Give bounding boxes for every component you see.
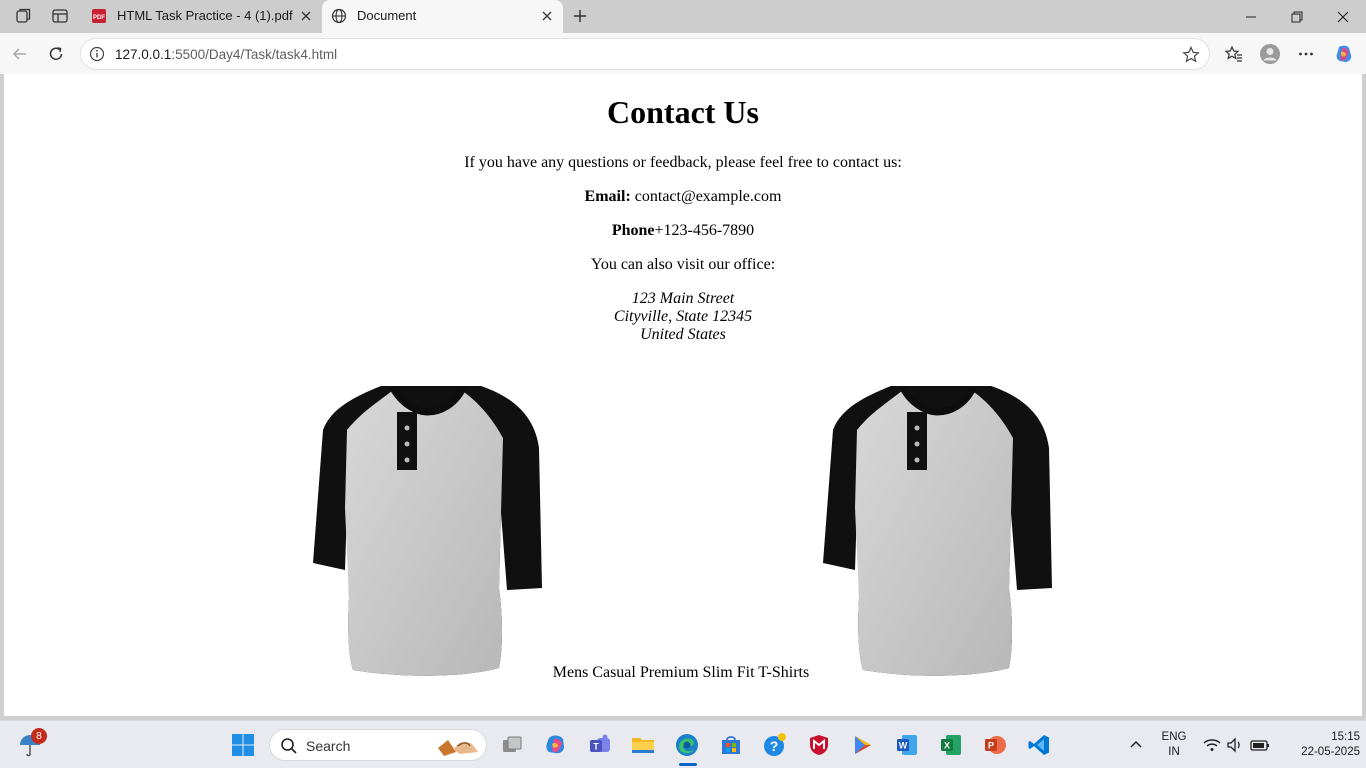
more-options-icon[interactable] xyxy=(1292,40,1320,68)
teams-icon[interactable]: T xyxy=(584,729,616,761)
new-tab-icon[interactable] xyxy=(568,5,592,27)
search-icon xyxy=(280,737,298,755)
battery-icon[interactable] xyxy=(1244,729,1276,761)
email-line: Email: contact@example.com xyxy=(4,188,1362,206)
refresh-icon[interactable] xyxy=(42,40,70,68)
chevron-up-icon[interactable] xyxy=(1120,729,1152,761)
store-icon[interactable] xyxy=(715,729,747,761)
close-window-icon[interactable] xyxy=(1320,0,1366,33)
vscode-icon[interactable] xyxy=(1023,729,1055,761)
page-title: Contact Us xyxy=(607,94,759,130)
tab-title: Document xyxy=(357,8,417,23)
language-region: IN xyxy=(1168,746,1180,758)
info-icon[interactable] xyxy=(89,46,105,62)
address-line: United States xyxy=(640,326,726,343)
url-host: 127.0.0.1 xyxy=(115,47,172,62)
tshirt-image xyxy=(313,386,542,676)
intro-text: If you have any questions or feedback, p… xyxy=(464,154,902,171)
language-indicator[interactable]: ENG IN xyxy=(1155,730,1193,760)
taskbar: 8 Search T ? W X P ENG IN 15:15 22-05-20… xyxy=(0,720,1366,768)
phone-label: Phone xyxy=(611,222,655,239)
svg-text:W: W xyxy=(899,741,908,751)
tab-strip: PDF HTML Task Practice - 4 (1).pdf Docum… xyxy=(0,0,1366,33)
address-line: 123 Main Street xyxy=(631,290,735,307)
language-code: ENG xyxy=(1161,731,1187,743)
clock[interactable]: 15:15 22-05-2025 xyxy=(1276,730,1360,760)
favorite-star-icon[interactable] xyxy=(1181,45,1201,65)
page-viewport: Contact Us If you have any questions or … xyxy=(4,74,1362,716)
url-path: :5500/Day4/Task/task4.html xyxy=(171,47,338,62)
close-tab-icon[interactable] xyxy=(540,9,554,23)
active-app-indicator xyxy=(679,763,697,766)
edge-icon[interactable] xyxy=(671,729,703,761)
svg-text:PDF: PDF xyxy=(93,15,105,21)
search-highlight-icon xyxy=(434,734,482,758)
email-label: Email: xyxy=(584,188,631,205)
vertical-tabs-icon[interactable] xyxy=(46,4,74,28)
phone-line: Phone+123-456-7890 xyxy=(4,222,1362,240)
powerpoint-icon[interactable]: P xyxy=(979,729,1011,761)
clock-time: 15:15 xyxy=(1331,731,1360,743)
play-icon[interactable] xyxy=(847,729,879,761)
url-text: 127.0.0.1:5500/Day4/Task/task4.html xyxy=(115,47,337,62)
profile-avatar-icon[interactable] xyxy=(1256,40,1284,68)
office-address: 123 Main Street Cityville, State 12345 U… xyxy=(4,290,1362,344)
taskbar-search[interactable]: Search xyxy=(269,729,487,761)
address-line: Cityville, State 12345 xyxy=(613,308,753,325)
back-arrow-icon[interactable] xyxy=(6,40,34,68)
clock-date: 22-05-2025 xyxy=(1301,746,1360,758)
favorites-icon[interactable] xyxy=(1220,40,1248,68)
task-view-icon[interactable] xyxy=(496,729,528,761)
word-icon[interactable]: W xyxy=(891,729,923,761)
email-value: contact@example.com xyxy=(634,188,782,205)
tab-pdf[interactable]: PDF HTML Task Practice - 4 (1).pdf xyxy=(82,0,322,33)
svg-text:P: P xyxy=(988,741,994,751)
tab-document[interactable]: Document xyxy=(322,0,563,33)
excel-icon[interactable]: X xyxy=(935,729,967,761)
file-explorer-icon[interactable] xyxy=(627,729,659,761)
minimize-icon[interactable] xyxy=(1228,0,1274,33)
svg-text:T: T xyxy=(593,742,599,752)
svg-text:?: ? xyxy=(770,738,779,754)
workspaces-icon[interactable] xyxy=(10,4,38,28)
product-caption: Mens Casual Premium Slim Fit T-Shirts xyxy=(552,664,810,681)
tab-title: HTML Task Practice - 4 (1).pdf xyxy=(117,8,293,23)
svg-text:X: X xyxy=(944,741,950,751)
mcafee-icon[interactable] xyxy=(803,729,835,761)
close-tab-icon[interactable] xyxy=(299,9,313,23)
tshirt-image xyxy=(823,386,1052,676)
globe-icon xyxy=(331,8,347,24)
weather-badge: 8 xyxy=(31,728,47,744)
windows-start-icon[interactable] xyxy=(227,729,259,761)
restore-icon[interactable] xyxy=(1274,0,1320,33)
pdf-icon: PDF xyxy=(91,8,107,24)
copilot-icon[interactable] xyxy=(1330,40,1358,68)
phone-value: +123-456-7890 xyxy=(654,222,755,239)
help-icon[interactable]: ? xyxy=(759,729,791,761)
copilot-app-icon[interactable] xyxy=(540,729,572,761)
office-text: You can also visit our office: xyxy=(590,256,776,273)
browser-toolbar: 127.0.0.1:5500/Day4/Task/task4.html xyxy=(0,33,1366,74)
search-placeholder: Search xyxy=(306,738,351,754)
address-bar[interactable]: 127.0.0.1:5500/Day4/Task/task4.html xyxy=(80,38,1210,70)
